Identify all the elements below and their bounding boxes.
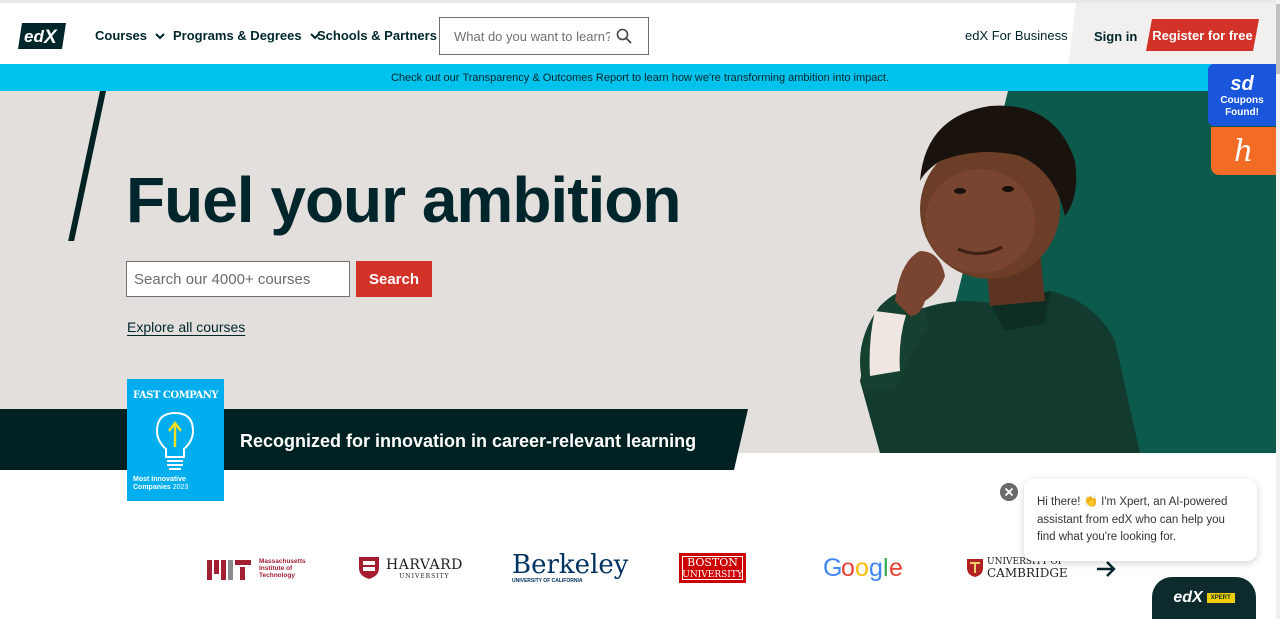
scrollbar-track[interactable] xyxy=(1276,0,1280,619)
google-logo: G o o g l e xyxy=(823,554,903,582)
svg-text:o: o xyxy=(841,554,855,582)
honey-logo: h xyxy=(1233,133,1254,169)
fast-company-brand: FAST COMPANY xyxy=(133,390,219,401)
coupon-logo: sd xyxy=(1230,73,1254,95)
mit-name: Massachusetts Institute of Technology xyxy=(259,558,306,579)
harvard-sub: UNIVERSITY xyxy=(399,572,450,580)
cambridge-line2: CAMBRIDGE xyxy=(987,566,1068,580)
coupon-line2: Found! xyxy=(1225,107,1259,118)
nav-programs-label: Programs & Degrees xyxy=(173,28,302,43)
fast-company-caption: Most Innovative Companies 2023 xyxy=(133,476,188,492)
berkeley-title: Berkeley xyxy=(512,550,629,580)
banner-report-link[interactable]: Transparency & Outcomes Report xyxy=(462,72,629,84)
edx-homepage: ed X Courses Programs & Degrees Schools … xyxy=(0,0,1280,619)
nav-courses-label: Courses xyxy=(95,28,148,43)
coupon-line1: Coupons xyxy=(1220,95,1264,106)
nav-programs[interactable]: Programs & Degrees xyxy=(173,28,320,43)
fast-company-badge: FAST COMPANY Most Innovative Companies 2… xyxy=(127,379,224,501)
nav-schools[interactable]: Schools & Partners xyxy=(317,28,437,43)
xpert-chat-button[interactable]: edX XPERT xyxy=(1152,577,1256,619)
honey-widget[interactable]: h xyxy=(1211,127,1276,175)
hero-search-button[interactable]: Search xyxy=(356,261,432,297)
boston-box: BOSTON UNIVERSITY xyxy=(679,553,746,583)
mit-name-line1: Massachusetts xyxy=(259,557,306,565)
mit-name-line3: Technology xyxy=(259,571,295,579)
svg-text:ed: ed xyxy=(24,27,44,46)
header-search xyxy=(439,17,649,55)
svg-text:l: l xyxy=(883,554,889,582)
search-icon[interactable] xyxy=(616,28,632,44)
coupon-widget[interactable]: sd Coupons Found! xyxy=(1208,64,1276,126)
partner-google[interactable]: G o o g l e xyxy=(823,540,905,596)
xpert-tag: XPERT xyxy=(1206,593,1235,603)
hero-search-input[interactable] xyxy=(127,262,347,296)
chevron-down-icon xyxy=(155,32,165,39)
cambridge-shield-icon xyxy=(967,559,983,577)
fast-company-year: 2023 xyxy=(172,484,189,491)
header-search-input[interactable] xyxy=(440,19,610,53)
svg-text:g: g xyxy=(869,554,883,582)
partner-berkeley[interactable]: Berkeley UNIVERSITY OF CALIFORNIA xyxy=(512,540,628,596)
scrollbar-thumb[interactable] xyxy=(1276,4,1280,74)
xpert-message: Hi there! 👏 I'm Xpert, an AI-powered ass… xyxy=(1037,496,1228,543)
hero-person-image xyxy=(860,105,1140,453)
nav-schools-label: Schools & Partners xyxy=(317,28,437,43)
berkeley-name: Berkeley UNIVERSITY OF CALIFORNIA xyxy=(512,552,628,584)
edx-for-business-link[interactable]: edX For Business xyxy=(965,28,1068,43)
close-icon[interactable] xyxy=(1000,483,1018,501)
svg-text:X: X xyxy=(43,27,58,48)
xpert-chat-bubble: Hi there! 👏 I'm Xpert, an AI-powered ass… xyxy=(1024,479,1257,561)
xpert-edx-logo: edX xyxy=(1173,589,1203,606)
harvard-title: HARVARD xyxy=(386,556,463,573)
recognition-text: Recognized for innovation in career-rele… xyxy=(240,431,697,451)
lightbulb-icon xyxy=(155,411,195,470)
harvard-name: HARVARD UNIVERSITY xyxy=(386,557,463,580)
explore-courses-link[interactable]: Explore all courses xyxy=(127,319,245,335)
mit-logo-icon xyxy=(207,560,251,580)
banner-suffix: to learn how we're transforming ambition… xyxy=(631,71,890,84)
site-header: ed X Courses Programs & Degrees Schools … xyxy=(0,0,1280,67)
partner-mit[interactable]: Massachusetts Institute of Technology xyxy=(207,540,306,596)
nav-courses[interactable]: Courses xyxy=(95,28,165,43)
svg-text:e: e xyxy=(889,554,903,582)
announcement-banner: Check out our Transparency & Outcomes Re… xyxy=(0,64,1280,91)
fast-company-caption-line2: Companies xyxy=(133,484,171,491)
hero-search xyxy=(126,261,350,297)
edx-logo[interactable]: ed X xyxy=(18,23,66,49)
sign-in-link[interactable]: Sign in xyxy=(1094,29,1137,44)
register-button[interactable]: Register for free xyxy=(1146,19,1259,51)
banner-prefix: Check out our xyxy=(390,71,460,84)
partner-harvard[interactable]: HARVARD UNIVERSITY xyxy=(358,540,463,596)
svg-text:G: G xyxy=(823,554,842,582)
hero-title: Fuel your ambition xyxy=(126,164,681,236)
fast-company-caption-line1: Most Innovative xyxy=(133,476,186,483)
decorative-slash xyxy=(68,91,106,241)
mit-name-line2: Institute of xyxy=(259,564,293,572)
harvard-shield-icon xyxy=(359,557,379,579)
partner-boston[interactable]: BOSTON UNIVERSITY xyxy=(679,540,746,596)
boston-sub: UNIVERSITY xyxy=(682,570,743,580)
boston-title: BOSTON xyxy=(687,556,738,569)
svg-text:o: o xyxy=(855,554,869,582)
